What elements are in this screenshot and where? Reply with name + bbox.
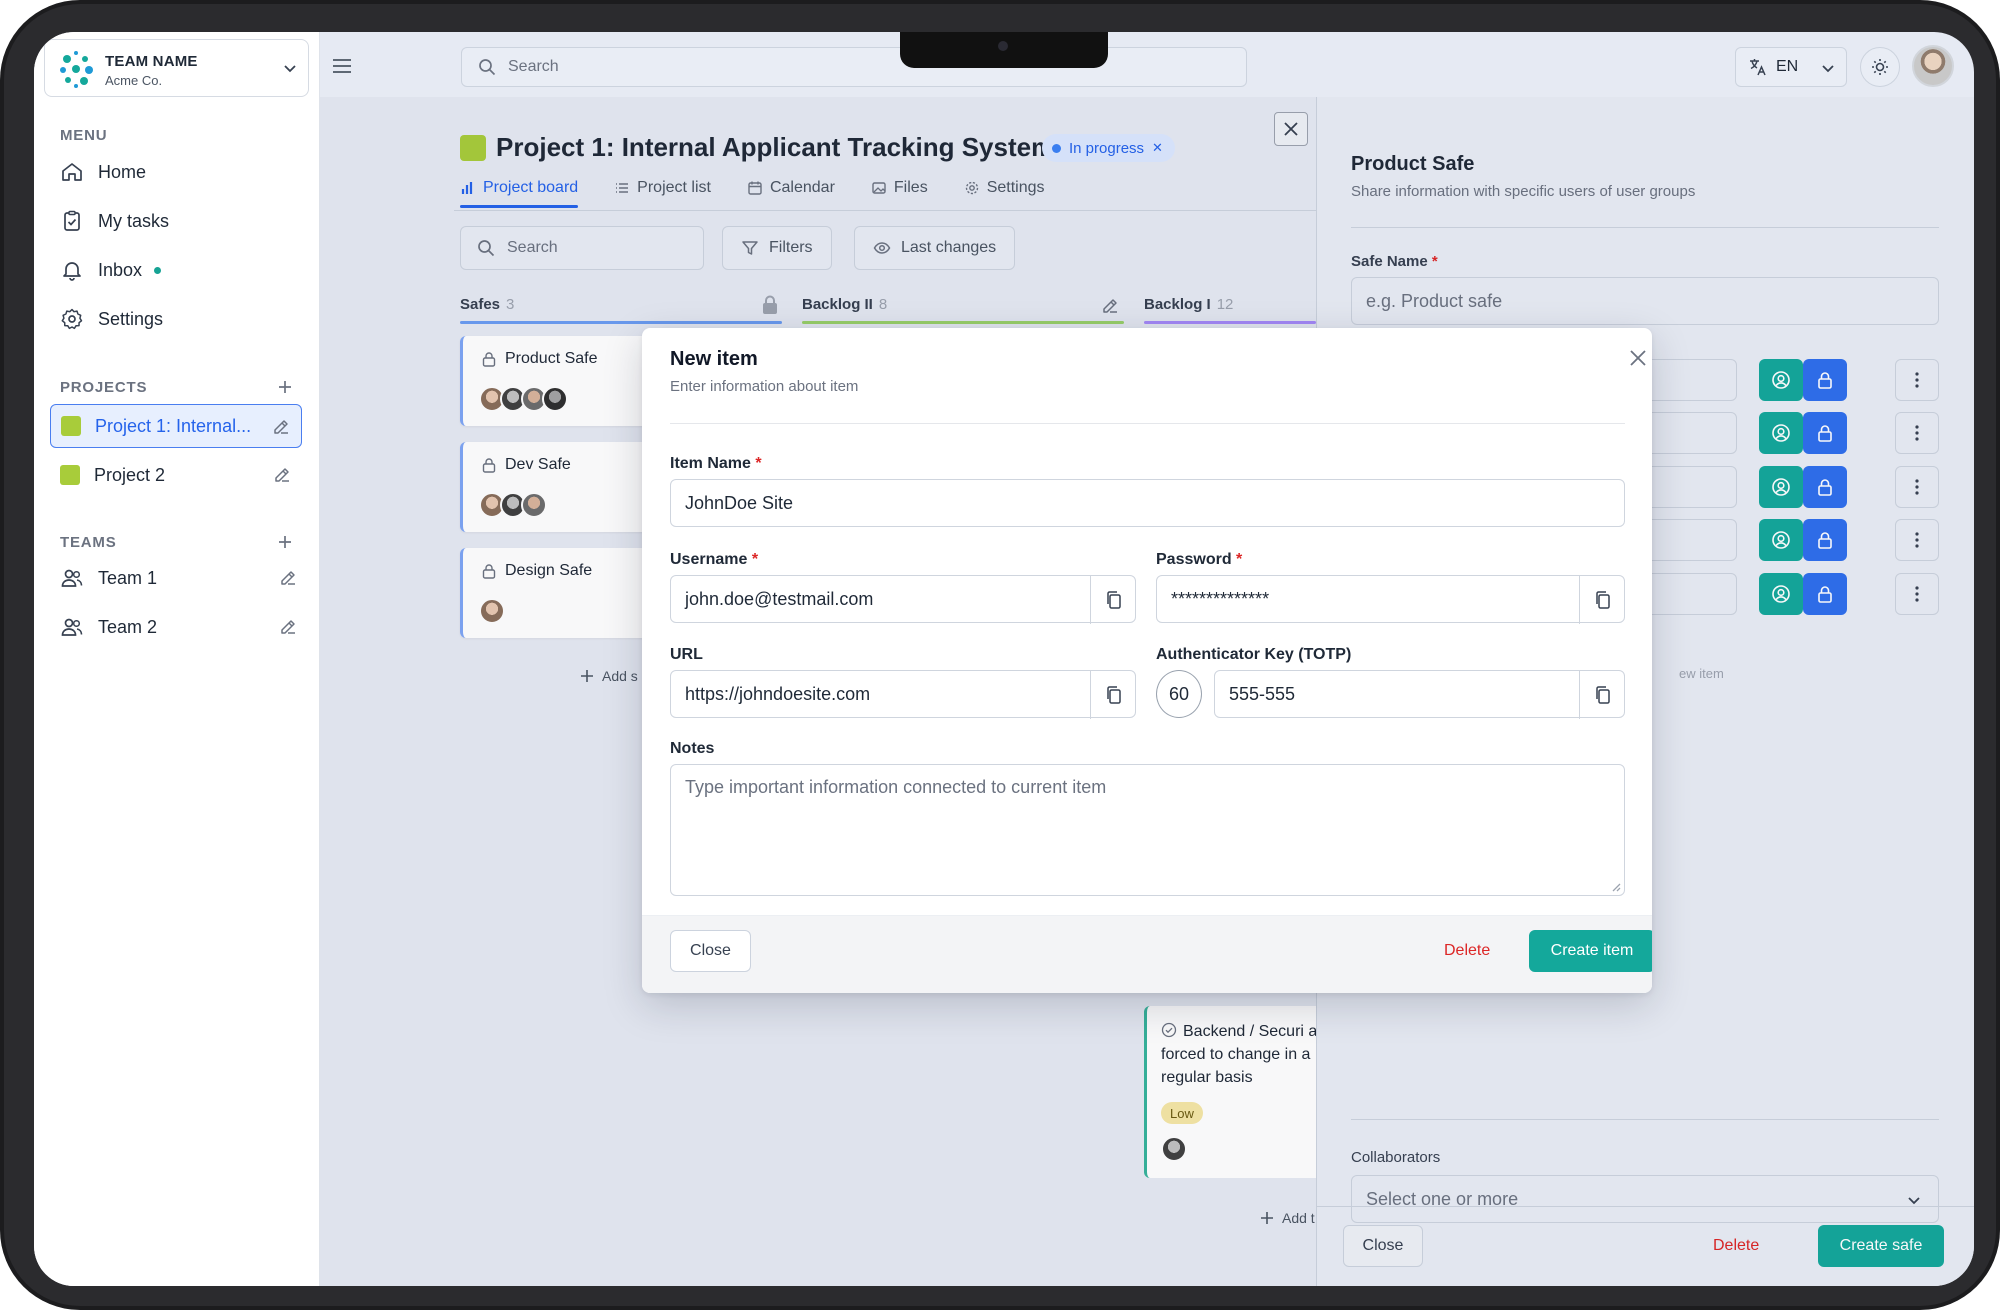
password-input[interactable]: **************: [1156, 575, 1625, 624]
add-team-icon[interactable]: [276, 533, 294, 551]
totp-value: 555-555: [1229, 683, 1296, 704]
sidebar-item-inbox[interactable]: Inbox: [60, 252, 310, 288]
edit-icon[interactable]: [272, 465, 292, 485]
totp-input[interactable]: 555-555: [1214, 670, 1625, 719]
notes-textarea[interactable]: Type important information connected to …: [670, 764, 1625, 896]
sun-icon: [1872, 59, 1888, 75]
url-input[interactable]: https://johndoesite.com: [670, 670, 1136, 719]
menu-section-label: MENU: [60, 127, 108, 144]
team-label: Team 1: [98, 567, 158, 588]
search-placeholder: Search: [508, 58, 559, 75]
sidebar-item-label: My tasks: [98, 210, 170, 231]
sidebar-item-settings[interactable]: Settings: [60, 301, 310, 337]
totp-label: Authenticator Key (TOTP): [1156, 646, 1352, 663]
add-project-icon[interactable]: [276, 378, 294, 396]
chevron-down-icon: [1822, 65, 1834, 73]
dialog-title: New item: [670, 348, 758, 370]
language-label: EN: [1776, 58, 1799, 75]
copy-icon: [1595, 591, 1610, 609]
sidebar-project-1[interactable]: Project 1: Internal...: [50, 404, 302, 448]
project-color-swatch: [60, 465, 80, 485]
sidebar-team-2[interactable]: Team 2: [60, 609, 310, 645]
language-selector[interactable]: EN: [1735, 47, 1847, 87]
copy-icon: [1106, 591, 1121, 609]
password-label: Password *: [1156, 551, 1243, 568]
username-label: Username *: [670, 551, 759, 568]
sidebar-project-2[interactable]: Project 2: [50, 453, 302, 497]
close-icon[interactable]: [1628, 348, 1648, 368]
camera-notch: [900, 32, 1108, 68]
copy-url-button[interactable]: [1090, 671, 1136, 719]
gear-icon: [61, 308, 83, 330]
projects-section-label: PROJECTS: [60, 379, 148, 396]
sidebar-item-label: Settings: [98, 308, 164, 329]
search-icon: [479, 59, 496, 76]
users-icon: [61, 569, 83, 587]
sidebar-item-label: Home: [98, 161, 147, 182]
tablet-bezel: TEAM NAME Acme Co. MENU Home My tasks In…: [4, 4, 1996, 1306]
chevron-down-icon: [284, 65, 296, 73]
create-item-button[interactable]: Create item: [1529, 930, 1652, 972]
app-screen: TEAM NAME Acme Co. MENU Home My tasks In…: [34, 32, 1974, 1286]
edit-icon[interactable]: [278, 617, 298, 637]
copy-icon: [1595, 686, 1610, 704]
copy-icon: [1106, 686, 1121, 704]
copy-username-button[interactable]: [1090, 576, 1136, 624]
users-icon: [61, 618, 83, 636]
close-button[interactable]: Close: [670, 930, 751, 972]
edit-icon[interactable]: [271, 417, 291, 437]
teams-section-label: TEAMS: [60, 534, 117, 551]
delete-button[interactable]: Delete: [1444, 942, 1490, 960]
bell-icon: [63, 262, 81, 281]
dialog-footer: Close Delete Create item: [642, 915, 1652, 993]
menu-hamburger-icon[interactable]: [330, 54, 354, 78]
unread-indicator: [154, 266, 162, 274]
project-label: Project 2: [94, 464, 166, 485]
global-search-input[interactable]: Search: [461, 47, 1247, 87]
notes-label: Notes: [670, 740, 715, 757]
url-value: https://johndoesite.com: [685, 683, 871, 704]
item-name-input[interactable]: JohnDoe Site: [670, 479, 1625, 527]
notes-placeholder: Type important information connected to …: [685, 777, 1107, 797]
new-item-dialog: New item Enter information about item It…: [642, 328, 1652, 993]
copy-totp-button[interactable]: [1579, 671, 1625, 719]
home-icon: [62, 163, 82, 181]
team-name: TEAM NAME: [105, 53, 198, 70]
resize-handle-icon[interactable]: [1609, 880, 1621, 892]
sidebar-item-my-tasks[interactable]: My tasks: [60, 203, 310, 239]
sidebar-team-1[interactable]: Team 1: [60, 560, 310, 596]
clipboard-check-icon: [64, 210, 80, 231]
team-switcher[interactable]: TEAM NAME Acme Co.: [44, 39, 309, 97]
divider: [670, 423, 1625, 424]
password-value: **************: [1171, 588, 1270, 609]
sidebar-item-home[interactable]: Home: [60, 154, 310, 190]
tablet-frame: TEAM NAME Acme Co. MENU Home My tasks In…: [0, 0, 2000, 1310]
username-input[interactable]: john.doe@testmail.com: [670, 575, 1136, 624]
translate-icon: [1750, 59, 1766, 76]
sidebar: TEAM NAME Acme Co. MENU Home My tasks In…: [34, 32, 320, 1286]
theme-toggle-button[interactable]: [1860, 47, 1900, 87]
team-label: Team 2: [98, 616, 158, 637]
dialog-subtitle: Enter information about item: [670, 378, 859, 395]
project-label: Project 1: Internal...: [95, 415, 252, 436]
team-company: Acme Co.: [105, 73, 163, 88]
item-name-label: Item Name *: [670, 455, 762, 472]
totp-timer: 60: [1156, 670, 1202, 718]
team-logo-icon: [60, 51, 93, 88]
username-value: john.doe@testmail.com: [685, 588, 874, 609]
copy-password-button[interactable]: [1579, 576, 1625, 624]
url-label: URL: [670, 646, 703, 663]
edit-icon[interactable]: [278, 568, 298, 588]
project-color-swatch: [61, 416, 81, 436]
sidebar-item-label: Inbox: [98, 259, 143, 280]
user-avatar[interactable]: [1912, 45, 1954, 87]
